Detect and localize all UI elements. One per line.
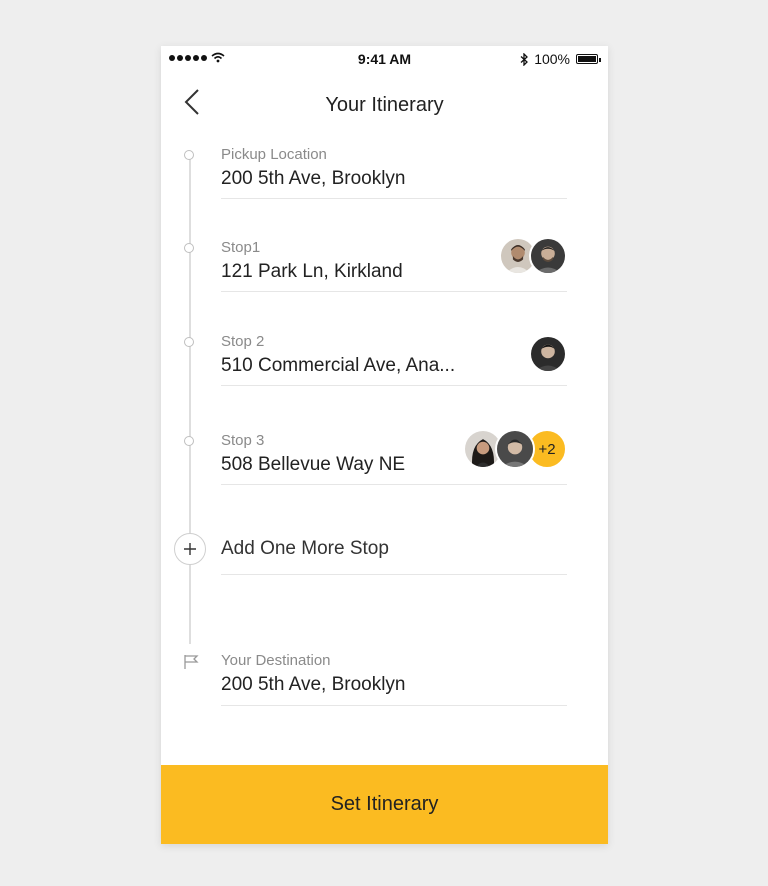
add-stop-label: Add One More Stop	[221, 538, 389, 559]
avatar	[529, 237, 567, 275]
plus-icon	[184, 543, 196, 555]
status-bar: 9:41 AM 100%	[161, 46, 608, 72]
timeline-line	[189, 158, 191, 644]
timeline-node-stop-2	[184, 337, 194, 347]
destination-address: 200 5th Ave, Brooklyn	[221, 674, 406, 695]
page-title: Your Itinerary	[325, 94, 444, 116]
stop-address: 510 Commercial Ave, Ana...	[221, 355, 456, 376]
stop-label: Stop 2	[221, 333, 265, 350]
flag-icon	[183, 654, 199, 670]
avatar	[495, 429, 535, 469]
bluetooth-icon	[520, 52, 529, 66]
header: Your Itinerary	[161, 72, 608, 132]
timeline-node-stop-3	[184, 436, 194, 446]
stop-address: 508 Bellevue Way NE	[221, 454, 406, 475]
destination-row[interactable]: Your Destination 200 5th Ave, Brooklyn	[221, 652, 567, 706]
pickup-address: 200 5th Ave, Brooklyn	[221, 168, 406, 189]
stop-label: Stop1	[221, 239, 261, 256]
stop-row-2[interactable]: Stop 2 510 Commercial Ave, Ana...	[221, 333, 567, 386]
battery-percent: 100%	[534, 51, 570, 67]
destination-label: Your Destination	[221, 652, 331, 669]
stop-label: Stop 3	[221, 432, 265, 449]
add-stop-row[interactable]: Add One More Stop	[221, 538, 567, 575]
avatar	[529, 335, 567, 373]
stop-avatars[interactable]: +2	[463, 429, 567, 469]
timeline-node-pickup	[184, 150, 194, 160]
add-stop-button[interactable]	[174, 533, 206, 565]
phone-screen: 9:41 AM 100% Your Itinerary Pickup Locat…	[161, 46, 608, 844]
stop-row-1[interactable]: Stop1 121 Park Ln, Kirkland	[221, 237, 567, 292]
stop-row-3[interactable]: Stop 3 508 Bellevue Way NE +2	[221, 429, 567, 485]
pickup-row[interactable]: Pickup Location 200 5th Ave, Brooklyn	[221, 146, 567, 199]
set-itinerary-button[interactable]: Set Itinerary	[161, 765, 608, 844]
timeline-node-stop-1	[184, 243, 194, 253]
stop-avatars[interactable]	[499, 237, 567, 275]
stop-address: 121 Park Ln, Kirkland	[221, 261, 403, 282]
stop-avatars[interactable]	[529, 335, 567, 373]
pickup-label: Pickup Location	[221, 146, 327, 163]
battery-icon	[576, 54, 601, 64]
status-right: 100%	[520, 51, 601, 67]
